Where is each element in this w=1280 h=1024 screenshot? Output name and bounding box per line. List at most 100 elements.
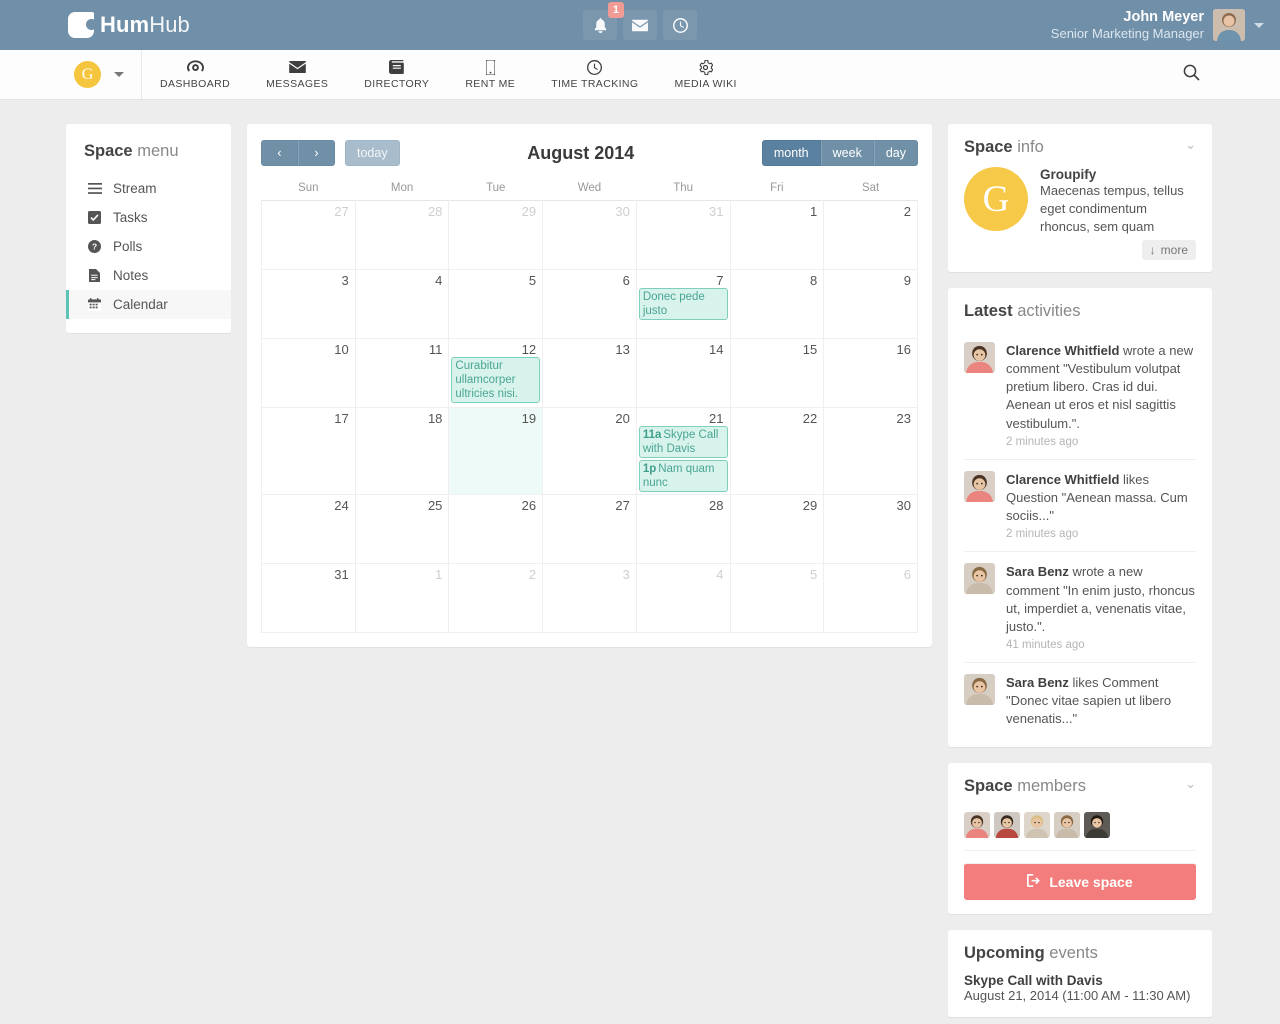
calendar-prev-button[interactable]: ‹	[261, 140, 298, 166]
member-avatar[interactable]	[1054, 811, 1080, 838]
calendar-day-cell[interactable]: 4	[354, 269, 450, 339]
sidebar-item-stream[interactable]: Stream	[66, 174, 231, 203]
member-avatar[interactable]	[1024, 811, 1050, 838]
nav-item-dashboard[interactable]: DASHBOARD	[142, 50, 248, 99]
calendar-next-button[interactable]: ›	[298, 140, 335, 166]
calendar-day-cell[interactable]: 30	[823, 494, 918, 564]
search-button[interactable]	[1183, 64, 1200, 86]
calendar-day-cell[interactable]: 1	[729, 200, 825, 270]
calendar-day-cell[interactable]: 25	[354, 494, 450, 564]
calendar-day-cell[interactable]: 28	[635, 494, 731, 564]
time-tracking-button[interactable]	[663, 10, 697, 40]
activity-item[interactable]: Sara Benz wrote a new comment "In enim j…	[964, 552, 1196, 664]
activity-item[interactable]: Clarence Whitfield likes Question "Aenea…	[964, 460, 1196, 553]
avatar[interactable]	[964, 674, 995, 706]
calendar-day-cell[interactable]: 29	[729, 494, 825, 564]
calendar-day-cell[interactable]: 24	[261, 494, 356, 564]
calendar-day-cell[interactable]: 4	[635, 563, 731, 633]
calendar-day-cell[interactable]: 12 Curabitur ullamcorper ultricies nisi.	[448, 338, 544, 408]
sidebar-item-tasks[interactable]: Tasks	[66, 203, 231, 232]
calendar-day-cell[interactable]: 22	[729, 407, 825, 495]
calendar-day-cell[interactable]: 16	[823, 338, 918, 408]
calendar-day-cell[interactable]: 27	[261, 200, 356, 270]
space-info-more-button[interactable]: ↓ more	[1141, 239, 1196, 260]
avatar[interactable]	[964, 341, 995, 373]
calendar-day-cell[interactable]: 28	[354, 200, 450, 270]
calendar-event[interactable]: Donec pede justo	[638, 288, 728, 320]
space-switcher[interactable]: G	[0, 50, 142, 99]
title-bold: Space	[964, 776, 1013, 795]
nav-item-messages[interactable]: MESSAGES	[248, 50, 346, 99]
calendar-grid: Sun Mon Tue Wed Thu Fri Sat 27 28 29 30 31 1 2 3 4 5 6 7 D…	[261, 182, 918, 633]
calendar-day-cell[interactable]: 20	[542, 407, 637, 495]
avatar[interactable]	[1213, 9, 1245, 41]
calendar-day-cell[interactable]: 14	[635, 338, 731, 408]
calendar-day-cell[interactable]: 9	[823, 269, 918, 339]
activity-user[interactable]: Sara Benz	[1006, 564, 1069, 579]
activity-user[interactable]: Clarence Whitfield	[1006, 472, 1119, 487]
activity-user[interactable]: Sara Benz	[1006, 675, 1069, 690]
nav-item-rent-me[interactable]: RENT ME	[447, 50, 533, 99]
calendar-view-week[interactable]: week	[820, 140, 874, 166]
member-avatar[interactable]	[994, 811, 1020, 838]
calendar-event[interactable]: Curabitur ullamcorper ultricies nisi.	[451, 357, 541, 403]
brand-logo-area[interactable]: HumHub	[68, 11, 190, 39]
leave-space-button[interactable]: Leave space	[964, 862, 1196, 900]
sidebar-item-notes[interactable]: Notes	[66, 261, 231, 290]
sidebar-item-polls[interactable]: ? Polls	[66, 232, 231, 261]
activity-user[interactable]: Clarence Whitfield	[1006, 343, 1119, 358]
calendar-weekday: Thu	[673, 182, 694, 194]
calendar-day-cell[interactable]: 13	[542, 338, 637, 408]
user-menu[interactable]: John Meyer Senior Marketing Manager	[1051, 8, 1264, 42]
notifications-button[interactable]: 1	[583, 2, 624, 40]
calendar-day-cell[interactable]: 5	[729, 563, 825, 633]
calendar-event[interactable]: 11a Skype Call with Davis	[638, 426, 728, 458]
calendar-day-cell[interactable]: 1	[354, 563, 450, 633]
calendar-day-cell[interactable]: 29	[448, 200, 544, 270]
calendar-day-cell[interactable]: 31	[261, 563, 356, 633]
calendar-day-cell[interactable]: 6	[542, 269, 637, 339]
member-avatar[interactable]	[964, 811, 990, 838]
calendar-day-cell[interactable]: 3	[261, 269, 356, 339]
brand-light: Hub	[149, 12, 190, 37]
calendar-event[interactable]: 1p Nam quam nunc	[638, 460, 728, 492]
space-avatar: G	[964, 167, 1028, 231]
upcoming-event-item[interactable]: Skype Call with Davis August 21, 2014 (11…	[964, 973, 1196, 1003]
chevron-down-icon[interactable]: ⌄	[1185, 138, 1196, 151]
calendar-day-cell[interactable]: 3	[542, 563, 637, 633]
sidebar-item-calendar[interactable]: Calendar	[66, 290, 231, 319]
calendar-today-button[interactable]: today	[345, 140, 400, 166]
nav-item-time-tracking[interactable]: TIME TRACKING	[533, 50, 656, 99]
nav-item-directory[interactable]: DIRECTORY	[346, 50, 447, 99]
calendar-day-cell[interactable]: 10	[261, 338, 356, 408]
calendar-day-cell[interactable]: 18	[354, 407, 450, 495]
calendar-view-month[interactable]: month	[761, 140, 821, 166]
calendar-day-cell[interactable]: 15	[729, 338, 825, 408]
calendar-day-cell[interactable]: 2	[823, 200, 918, 270]
avatar[interactable]	[964, 563, 995, 595]
chevron-down-icon[interactable]	[1254, 22, 1264, 28]
calendar-day-cell[interactable]: 8	[729, 269, 825, 339]
calendar-day-cell[interactable]: 5	[448, 269, 544, 339]
nav-item-media-wiki[interactable]: MEDIA WIKI	[656, 50, 754, 99]
calendar-day-cell[interactable]: 21 11a Skype Call with Davis 1p Nam quam nun…	[635, 407, 731, 495]
calendar-day-cell[interactable]: 30	[542, 200, 637, 270]
calendar-day-cell[interactable]: 31	[635, 200, 731, 270]
calendar-day-cell[interactable]: 19	[448, 407, 544, 495]
messages-button[interactable]	[623, 10, 657, 40]
chevron-down-icon[interactable]	[114, 72, 124, 77]
calendar-day-cell[interactable]: 27	[542, 494, 637, 564]
calendar-day-cell[interactable]: 23	[823, 407, 918, 495]
activity-item[interactable]: Sara Benz likes Comment "Donec vitae sap…	[964, 663, 1196, 733]
chevron-down-icon[interactable]: ⌄	[1185, 777, 1196, 790]
calendar-day-cell[interactable]: 7 Donec pede justo	[635, 269, 731, 339]
calendar-day-cell[interactable]: 11	[354, 338, 450, 408]
calendar-view-day[interactable]: day	[873, 140, 918, 166]
calendar-day-cell[interactable]: 2	[448, 563, 544, 633]
calendar-day-cell[interactable]: 26	[448, 494, 544, 564]
calendar-day-cell[interactable]: 17	[261, 407, 356, 495]
activity-item[interactable]: Clarence Whitfield wrote a new comment "…	[964, 331, 1196, 460]
calendar-day-cell[interactable]: 6	[823, 563, 918, 633]
member-avatar[interactable]	[1084, 811, 1110, 838]
avatar[interactable]	[964, 470, 995, 502]
